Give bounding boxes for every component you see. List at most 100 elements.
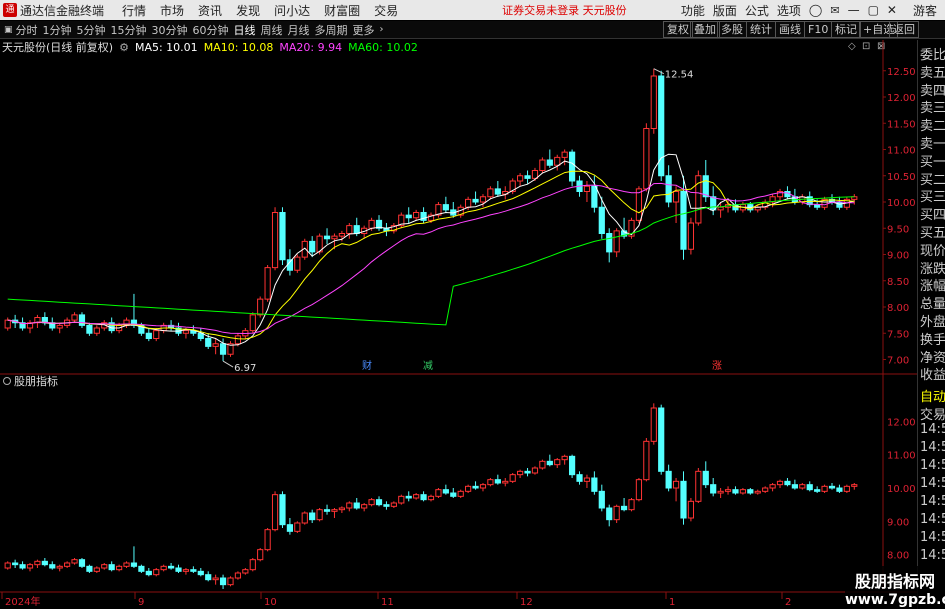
candle-body <box>212 343 219 347</box>
candle-body <box>672 191 680 203</box>
sub-candle-body <box>316 509 323 521</box>
candle-body <box>665 175 672 203</box>
trade-mode-label[interactable]: 自动 <box>920 386 945 405</box>
candle-body <box>279 212 286 261</box>
quote-field-label: 收益 <box>920 368 945 384</box>
candle-body <box>368 219 375 229</box>
tick-time-label: 14:56 <box>920 494 945 509</box>
indicator-gear-icon[interactable] <box>3 377 11 385</box>
tick-time-label: 14:56 <box>920 476 945 491</box>
indicator-title[interactable]: 股朋指标 <box>14 374 58 388</box>
sub-candle-body <box>108 564 115 571</box>
sub-candle-body <box>546 460 553 466</box>
sub-candle-body <box>190 569 197 572</box>
sub-candle-body <box>197 570 204 576</box>
sub-candle-body <box>375 499 383 506</box>
low-pointer <box>222 360 234 368</box>
sub-candle-body <box>442 489 449 494</box>
high-price-label: 12.54 <box>665 70 694 81</box>
sub-candle-body <box>41 560 48 566</box>
sub-candle-body <box>390 502 397 507</box>
sub-candle-body <box>4 562 11 569</box>
candle-body <box>583 185 591 192</box>
sub-candle-body <box>598 490 605 509</box>
sub-y-tick-label: 10.00 <box>887 484 916 495</box>
kline-chart-area[interactable]: 12.50 12.00 11.50 11.00 10.50 10.00 9.50 9.00 8.… <box>0 0 945 609</box>
candle-body <box>182 330 190 334</box>
event-marker[interactable]: 涨 <box>712 360 722 372</box>
sub-candle-body <box>843 485 850 492</box>
sub-candle-body <box>123 562 130 567</box>
candle-body <box>524 175 531 179</box>
candle-body <box>56 324 63 329</box>
sub-candle-body <box>836 487 843 492</box>
candle-body <box>249 314 256 332</box>
candle-body <box>86 324 93 334</box>
sub-candle-body <box>153 569 160 576</box>
sub-candle-body <box>620 505 628 511</box>
candle-body <box>680 191 687 250</box>
quote-field-label: 买二 <box>920 172 945 188</box>
sub-candle-body <box>479 484 487 489</box>
sub-candle-body <box>665 470 672 489</box>
sub-candle-body <box>294 522 301 532</box>
sub-candle-body <box>182 569 190 572</box>
quote-field-label: 现价 <box>920 243 945 259</box>
sub-candle-body <box>138 565 145 572</box>
x-tick-label: 9 <box>138 597 144 608</box>
sub-candle-body <box>754 490 761 494</box>
sub-candle-body <box>583 477 591 482</box>
sub-candle-body <box>413 494 420 499</box>
quote-field-label: 净资 <box>920 350 945 366</box>
sub-candle-body <box>19 564 26 569</box>
sub-candle-body <box>695 470 702 502</box>
candle-body <box>71 314 78 321</box>
event-marker[interactable]: 财 <box>362 359 372 372</box>
candle-body <box>613 230 620 253</box>
sub-candle-body <box>739 489 746 494</box>
quote-field-label: 买三 <box>920 190 945 206</box>
sub-candle-body <box>747 489 754 494</box>
sub-candle-body <box>762 487 769 492</box>
sub-candle-body <box>650 407 657 442</box>
sub-candle-body <box>784 480 791 486</box>
sub-candle-body <box>227 577 234 586</box>
y-tick-label: 12.50 <box>887 67 916 78</box>
tick-time-label: 14:56 <box>920 422 945 437</box>
candle-body <box>494 188 501 195</box>
sub-candle-body <box>717 490 724 494</box>
sub-candle-body <box>331 509 338 512</box>
sub-candle-body <box>130 562 138 567</box>
candle-body <box>234 335 242 345</box>
sub-candle-body <box>680 480 687 519</box>
candle-body <box>836 201 843 208</box>
sub-candle-body <box>821 485 828 492</box>
sub-candle-body <box>502 480 509 484</box>
event-marker[interactable]: 减 <box>423 360 433 372</box>
candle-body <box>405 214 412 219</box>
sub-candle-body <box>591 477 598 492</box>
candle-body <box>264 267 271 300</box>
x-tick-label: 10 <box>264 597 277 608</box>
sub-candle-body <box>86 565 93 572</box>
sub-candle-body <box>635 479 643 501</box>
y-tick-label: 8.00 <box>887 303 909 314</box>
candle-body <box>710 196 717 211</box>
sub-candle-body <box>769 484 776 489</box>
y-tick-label: 9.50 <box>887 224 909 235</box>
trade-mode-label: 交易 <box>920 408 945 423</box>
sub-candle-body <box>368 499 375 506</box>
sub-candle-body <box>576 474 583 482</box>
candle-body <box>650 75 657 129</box>
candle-body <box>687 222 695 250</box>
sub-candle-body <box>309 512 316 521</box>
quote-field-label: 卖三 <box>920 101 945 117</box>
sub-candle-body <box>242 569 249 574</box>
sub-candle-body <box>509 474 516 482</box>
tick-time-label: 14:56 <box>920 458 945 473</box>
candle-body <box>346 225 353 234</box>
candle-body <box>487 188 494 198</box>
candle-body <box>561 151 568 158</box>
quote-field-label: 涨跌 <box>920 261 945 277</box>
sub-candle-body <box>361 504 368 509</box>
